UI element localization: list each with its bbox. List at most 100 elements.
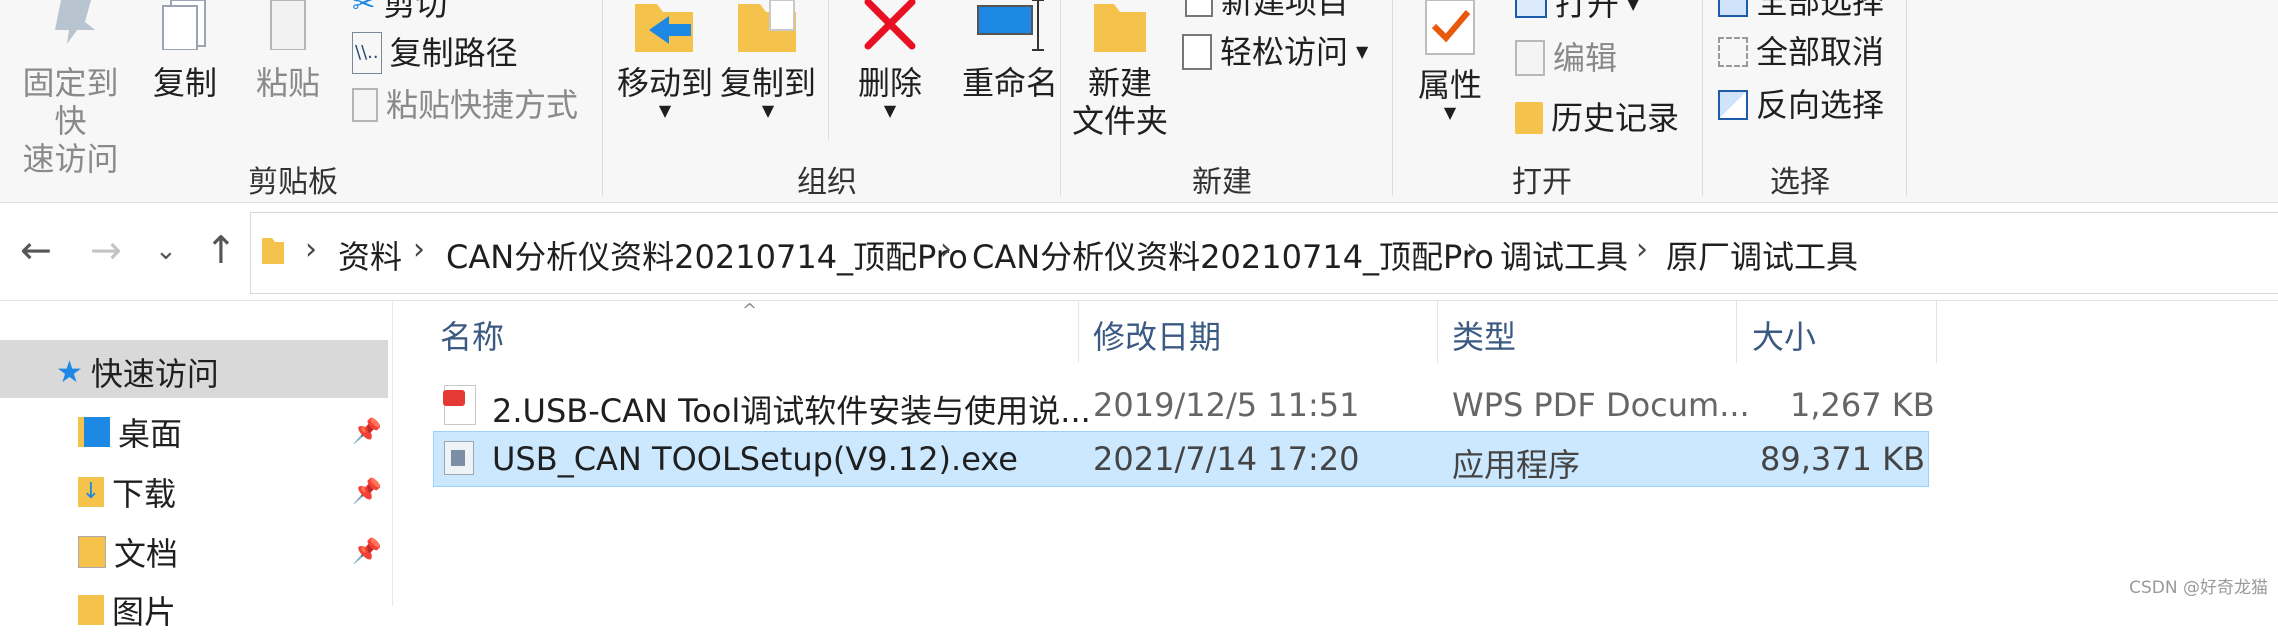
new-item-icon <box>1185 0 1213 17</box>
open-group-label: 打开 <box>1512 165 1572 200</box>
invert-selection-label: 反向选择 <box>1756 86 1885 124</box>
breadcrumb-separator-icon: › <box>305 232 317 267</box>
breadcrumb-item[interactable]: CAN分析仪资料20210714_顶配Pro <box>972 232 1494 278</box>
copy-icon <box>162 0 206 50</box>
file-type: WPS PDF Docum... <box>1452 386 1750 424</box>
column-divider[interactable] <box>1936 301 1937 363</box>
breadcrumb-separator-icon: › <box>940 232 952 267</box>
organize-group-label: 组织 <box>797 165 857 200</box>
properties-button[interactable]: 属性 ▼ <box>1405 0 1495 122</box>
recent-locations-chevron-icon[interactable]: ⌄ <box>155 236 177 266</box>
new-folder-label-line1: 新建 <box>1087 64 1152 102</box>
delete-label: 删除 <box>857 64 922 102</box>
select-none-button[interactable]: 全部取消 <box>1718 32 1884 72</box>
nav-item-label: 图片 <box>112 593 177 631</box>
edit-label: 编辑 <box>1553 39 1618 77</box>
paste-label: 粘贴 <box>255 64 320 102</box>
breadcrumb-item-current[interactable]: 原厂调试工具 <box>1666 232 1858 278</box>
easy-access-button[interactable]: 轻松访问 ▼ <box>1182 32 1368 72</box>
pdf-file-icon <box>443 385 476 425</box>
group-divider <box>1060 0 1061 196</box>
breadcrumb-separator-icon: › <box>1466 232 1478 267</box>
pin-icon[interactable]: 📌 <box>352 417 382 445</box>
group-divider <box>1392 0 1393 196</box>
open-dropdown-icon: ▼ <box>1627 0 1640 13</box>
column-header-size[interactable]: 大小 <box>1752 312 1816 358</box>
copy-path-button[interactable]: \\.. 复制路径 <box>352 32 518 74</box>
file-size: 89,371 KB <box>1760 440 1926 478</box>
paste-shortcut-label: 粘贴快捷方式 <box>386 86 579 124</box>
new-item-button[interactable]: 新建项目 <box>1185 0 1349 22</box>
cut-button[interactable]: ✂ 剪切 <box>352 0 447 24</box>
new-folder-icon <box>1094 4 1146 52</box>
back-arrow-icon[interactable]: ← <box>20 228 52 272</box>
easy-access-label: 轻松访问 <box>1220 33 1349 71</box>
file-modified: 2021/7/14 17:20 <box>1093 440 1360 478</box>
move-to-label: 移动到 <box>616 64 713 102</box>
paste-shortcut-button[interactable]: 粘贴快捷方式 <box>352 85 578 125</box>
move-to-dropdown-icon: ▼ <box>658 101 672 120</box>
copy-to-dropdown-icon: ▼ <box>761 101 775 120</box>
column-divider[interactable] <box>1736 301 1737 363</box>
history-button[interactable]: 历史记录 <box>1515 98 1679 138</box>
rename-button[interactable]: 重命名 <box>940 0 1080 102</box>
breadcrumb-item[interactable]: 调试工具 <box>1500 232 1628 278</box>
pictures-folder-icon <box>78 595 104 625</box>
pin-label-line2: 速访问 <box>22 140 119 178</box>
invert-selection-button[interactable]: 反向选择 <box>1718 85 1884 125</box>
sort-ascending-icon: ^ <box>742 300 758 321</box>
column-divider[interactable] <box>1437 301 1438 363</box>
open-label: 打开 <box>1555 0 1620 23</box>
new-folder-label-line2: 文件夹 <box>1071 102 1168 140</box>
paste-button[interactable]: 粘贴 <box>248 0 328 102</box>
scissors-icon: ✂ <box>352 0 376 20</box>
nav-item-documents[interactable]: 文档 <box>78 529 178 575</box>
properties-dropdown-icon: ▼ <box>1443 103 1457 122</box>
breadcrumb-item[interactable]: CAN分析仪资料20210714_顶配Pro <box>446 232 968 278</box>
easy-access-dropdown-icon: ▼ <box>1356 42 1369 61</box>
new-folder-button[interactable]: 新建 文件夹 <box>1070 0 1170 140</box>
watermark: CSDN @好奇龙猫 <box>2129 578 2268 598</box>
copy-path-icon: \\.. <box>352 32 382 74</box>
cut-label: 剪切 <box>383 0 448 23</box>
move-to-icon <box>635 4 693 52</box>
ribbon: 固定到快 速访问 复制 粘贴 ✂ 剪切 \\.. 复制路径 粘贴快捷方式 剪贴板… <box>0 0 2278 203</box>
move-to-button[interactable]: 移动到 ▼ <box>615 0 715 120</box>
column-header-type[interactable]: 类型 <box>1452 312 1516 358</box>
breadcrumb-item[interactable]: 资料 <box>338 232 402 278</box>
group-divider <box>602 0 603 196</box>
nav-item-label: 文档 <box>114 535 179 573</box>
invert-selection-icon <box>1718 90 1748 120</box>
select-all-button[interactable]: 全部选择 <box>1718 0 1884 22</box>
forward-arrow-icon[interactable]: → <box>90 228 122 272</box>
up-arrow-icon[interactable]: ↑ <box>205 228 237 272</box>
column-header-name[interactable]: 名称 <box>440 312 504 358</box>
breadcrumb-separator-icon: › <box>1636 232 1648 267</box>
nav-quick-access-label: 快速访问 <box>90 355 219 393</box>
copy-path-label: 复制路径 <box>389 34 518 72</box>
nav-quick-access[interactable]: ★ 快速访问 <box>56 349 219 395</box>
delete-dropdown-icon: ▼ <box>883 101 897 120</box>
pin-icon[interactable]: 📌 <box>352 477 382 505</box>
copy-to-button[interactable]: 复制到 ▼ <box>718 0 818 120</box>
pin-label-line1: 固定到快 <box>22 64 119 140</box>
delete-button[interactable]: 删除 ▼ <box>845 0 935 120</box>
column-divider[interactable] <box>1078 301 1079 363</box>
copy-button[interactable]: 复制 <box>145 0 225 102</box>
open-button[interactable]: 打开 ▼ <box>1515 0 1639 24</box>
select-group-label: 选择 <box>1770 165 1830 200</box>
pin-to-quick-access-button[interactable]: 固定到快 速访问 <box>8 0 133 178</box>
nav-item-pictures[interactable]: 图片 <box>78 587 176 633</box>
breadcrumb-separator-icon: › <box>413 232 425 267</box>
open-icon <box>1515 0 1547 18</box>
edit-button[interactable]: 编辑 <box>1515 38 1617 78</box>
copy-to-icon <box>738 0 796 52</box>
paste-icon <box>270 0 306 50</box>
column-header-modified[interactable]: 修改日期 <box>1093 312 1221 358</box>
nav-item-desktop[interactable]: 桌面 <box>78 409 182 455</box>
history-label: 历史记录 <box>1551 99 1680 137</box>
group-divider <box>1702 0 1703 196</box>
file-name: 2.USB-CAN Tool调试软件安装与使用说... <box>492 392 1091 430</box>
nav-item-downloads[interactable]: ↓ 下载 <box>78 469 176 515</box>
pin-icon[interactable]: 📌 <box>352 537 382 565</box>
